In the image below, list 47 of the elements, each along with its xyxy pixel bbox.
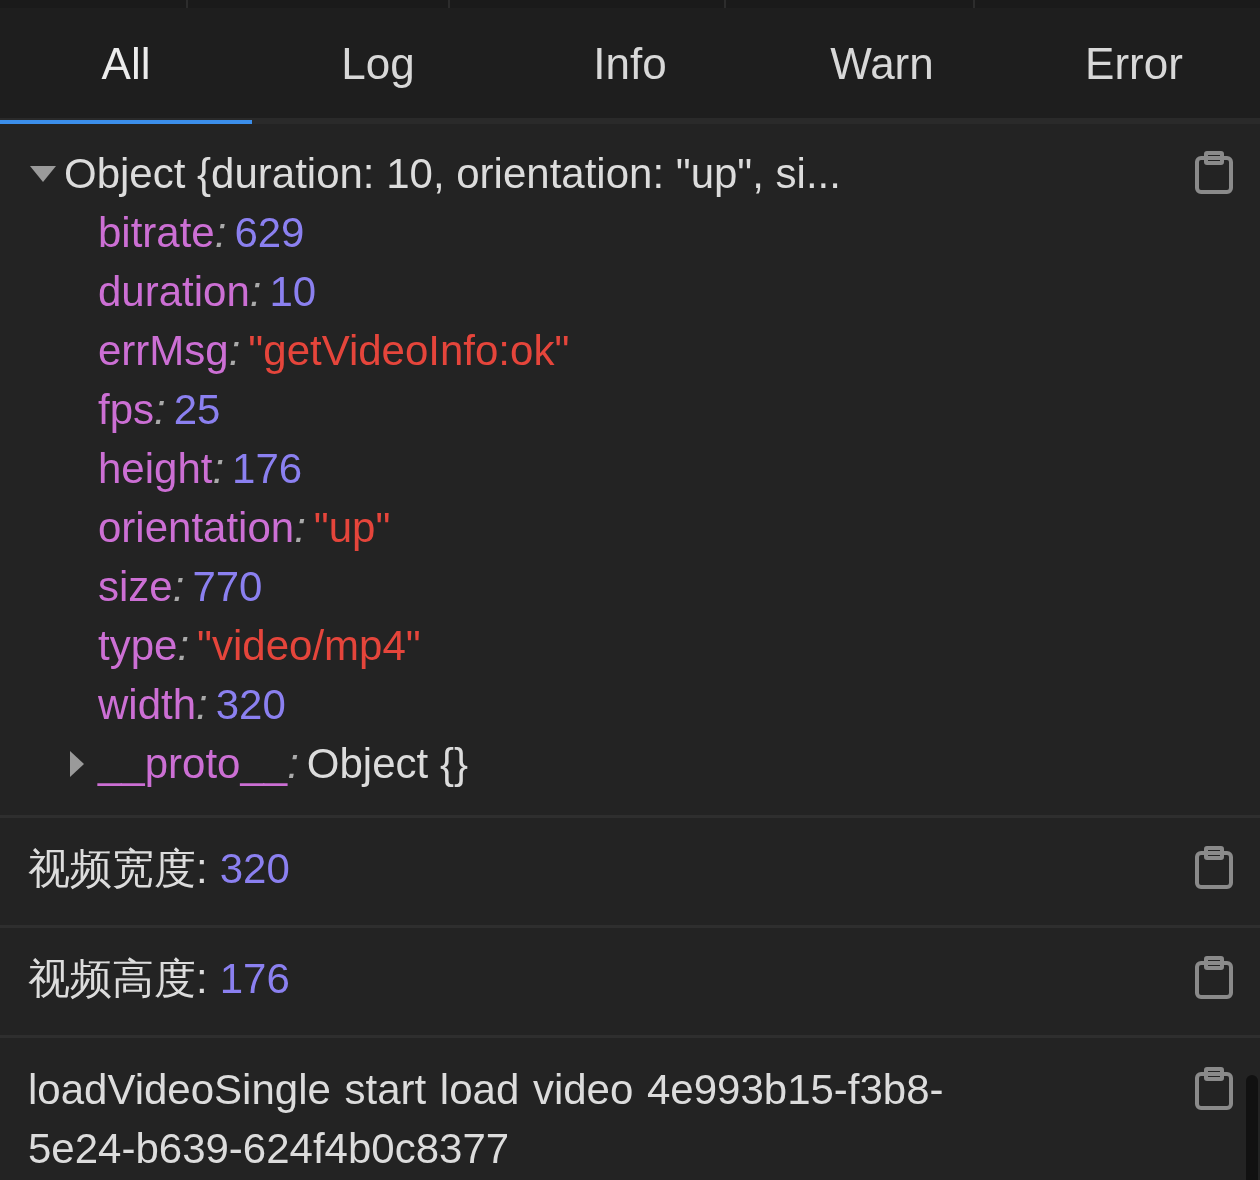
colon: :	[154, 386, 166, 433]
colon: :	[294, 504, 306, 551]
property-value: 25	[173, 386, 221, 433]
log-message: loadVideoSingle start load video 4e993b15-f3b8-5e24-b639-624f4b0c8377	[28, 1065, 945, 1174]
property-name: size	[98, 563, 173, 610]
object-summary[interactable]: Object {duration: 10, orientation: "up", si...	[64, 144, 841, 203]
clipboard-icon[interactable]	[1194, 845, 1234, 889]
property-value: "up"	[313, 504, 391, 551]
property-name: bitrate	[98, 209, 215, 256]
colon: :	[172, 563, 185, 610]
property-name: width	[98, 681, 197, 728]
colon: :	[196, 681, 208, 728]
colon: :	[249, 268, 262, 315]
property-value: "getVideoInfo:ok"	[248, 327, 570, 374]
tab[interactable]: Warn	[756, 8, 1008, 124]
colon: :	[212, 445, 225, 492]
expand-triangle-icon[interactable]	[70, 750, 84, 777]
property-name: errMsg	[98, 327, 229, 374]
property-value: Object {}	[306, 739, 468, 789]
tab[interactable]: Log	[252, 8, 504, 124]
property-name: type	[98, 622, 178, 669]
colon: :	[287, 739, 299, 789]
colon: :	[177, 622, 190, 669]
log-value: 320	[219, 845, 290, 892]
log-value: 176	[219, 955, 290, 1002]
collapse-triangle-icon[interactable]	[30, 165, 56, 182]
log-label: 视频高度:	[28, 955, 208, 1002]
colon: :	[228, 327, 241, 374]
colon: :	[214, 209, 227, 256]
property-name: height	[98, 445, 213, 492]
property-value: 629	[234, 209, 305, 256]
clipboard-icon[interactable]	[1194, 150, 1234, 194]
property-value: 770	[192, 563, 263, 610]
property-value: 176	[232, 445, 303, 492]
property-value: 10	[269, 268, 317, 315]
property-name: fps	[98, 386, 155, 433]
property-name: orientation	[98, 504, 295, 551]
property-value: 320	[215, 681, 286, 728]
property-name: __proto__	[98, 739, 288, 789]
clipboard-icon[interactable]	[1194, 955, 1234, 999]
property-name: duration	[98, 268, 250, 315]
log-label: 视频宽度:	[28, 845, 208, 892]
tab[interactable]: All	[0, 8, 252, 124]
property-value: "video/mp4"	[197, 622, 421, 669]
tab[interactable]: Info	[504, 8, 756, 124]
tab[interactable]: Error	[1008, 8, 1260, 124]
clipboard-icon[interactable]	[1194, 1066, 1234, 1110]
